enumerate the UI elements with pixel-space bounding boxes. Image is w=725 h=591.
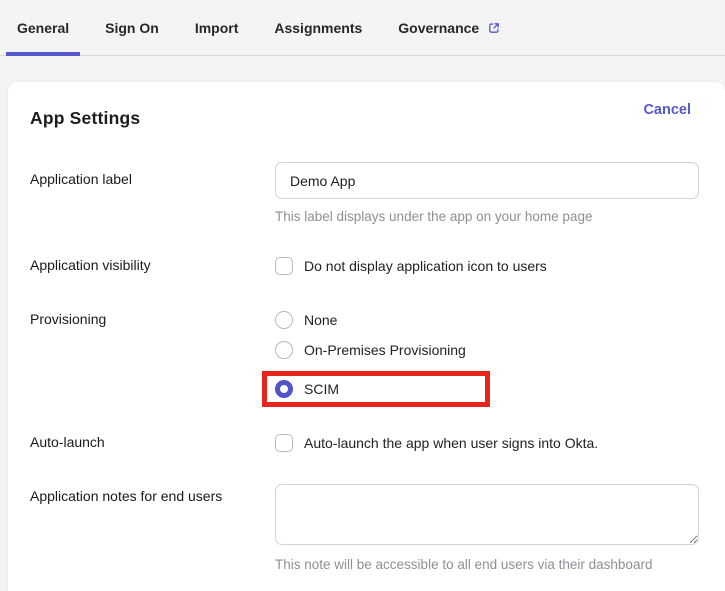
provisioning-option-on-premises[interactable]: On-Premises Provisioning [275, 341, 691, 359]
auto-launch-checkbox[interactable] [275, 434, 293, 452]
radio-scim-label: SCIM [304, 381, 339, 397]
radio-on-premises-label: On-Premises Provisioning [304, 342, 466, 358]
external-link-icon [487, 21, 501, 35]
radio-none[interactable] [275, 311, 293, 329]
application-notes-textarea[interactable] [275, 484, 699, 545]
visibility-checkbox-option[interactable]: Do not display application icon to users [275, 257, 691, 275]
radio-scim-selected[interactable] [275, 380, 293, 398]
auto-launch-row: Auto-launch Auto-launch the app when use… [30, 434, 691, 452]
tab-governance-label: Governance [398, 19, 480, 36]
radio-on-premises[interactable] [275, 341, 293, 359]
visibility-checkbox[interactable] [275, 257, 293, 275]
tab-import[interactable]: Import [184, 0, 250, 55]
cancel-button[interactable]: Cancel [643, 102, 691, 118]
provisioning-field-label: Provisioning [30, 311, 107, 327]
auto-launch-checkbox-label: Auto-launch the app when user signs into… [304, 435, 599, 451]
radio-none-label: None [304, 312, 338, 328]
tab-governance[interactable]: Governance [387, 0, 512, 55]
app-tab-bar: General Sign On Import Assignments Gover… [0, 0, 725, 56]
auto-launch-field-label: Auto-launch [30, 434, 105, 450]
application-label-helper-text: This label displays under the app on you… [275, 209, 593, 224]
application-label-field-label: Application label [30, 171, 132, 187]
provisioning-option-none[interactable]: None [275, 311, 691, 329]
application-visibility-row: Application visibility Do not display ap… [30, 257, 691, 275]
provisioning-row: Provisioning None On-Premises Provisioni… [30, 311, 691, 407]
application-label-input[interactable] [275, 162, 699, 199]
application-notes-field-label: Application notes for end users [30, 488, 223, 504]
visibility-checkbox-label: Do not display application icon to users [304, 258, 547, 274]
tab-import-label: Import [194, 19, 239, 36]
tab-general-label: General [17, 19, 70, 36]
tab-general[interactable]: General [6, 0, 81, 56]
scim-highlight-annotation: SCIM [262, 371, 490, 407]
tab-assignments-label: Assignments [274, 19, 363, 36]
provisioning-radio-group: None On-Premises Provisioning SCIM [262, 311, 691, 407]
tab-assignments[interactable]: Assignments [263, 0, 373, 55]
provisioning-option-scim[interactable]: SCIM [275, 380, 339, 398]
application-notes-field-group: This note will be accessible to all end … [275, 484, 699, 591]
application-label-row: Application label This label displays un… [30, 162, 699, 224]
page-title: App Settings [30, 108, 141, 128]
application-visibility-field-label: Application visibility [30, 257, 151, 273]
app-settings-card: App Settings Cancel Application label Th… [8, 82, 725, 591]
tab-sign-on-label: Sign On [105, 19, 159, 36]
application-notes-row: Application notes for end users This not… [30, 484, 699, 591]
application-label-field-group: This label displays under the app on you… [275, 162, 699, 224]
card-header: App Settings Cancel [30, 102, 691, 129]
auto-launch-checkbox-option[interactable]: Auto-launch the app when user signs into… [275, 434, 691, 452]
application-notes-helper-text: This note will be accessible to all end … [275, 557, 653, 572]
tab-sign-on[interactable]: Sign On [94, 0, 170, 55]
